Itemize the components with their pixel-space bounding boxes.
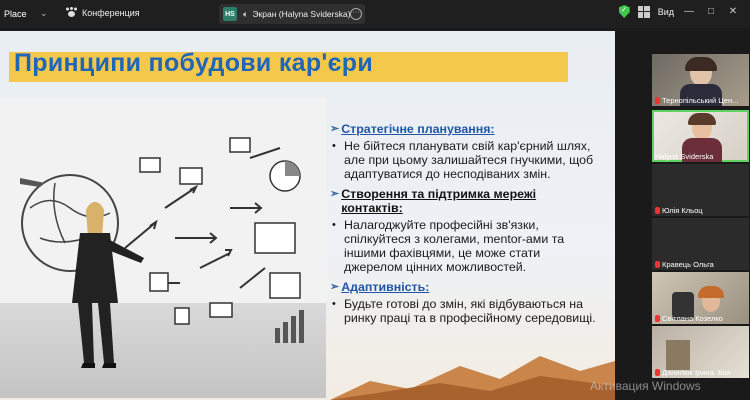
mic-muted-icon xyxy=(655,315,660,322)
maximize-button[interactable]: □ xyxy=(704,6,718,17)
participant-name: Тернопільський Цен... xyxy=(655,96,738,105)
bullet-icon: • xyxy=(332,140,336,152)
slide-title: Принципи побудови кар'єри xyxy=(14,49,374,77)
section-heading: ➢ Створення та підтримка мережі контакті… xyxy=(330,187,598,215)
bullet-text: Налагоджуйте професійні зв'язки, спілкуй… xyxy=(344,218,565,274)
conference-menu[interactable]: Конференция xyxy=(66,7,140,18)
career-illustration xyxy=(0,98,326,398)
paw-icon xyxy=(66,7,77,18)
windows-activation-watermark: Активация Windows xyxy=(590,379,701,393)
zoom-top-bar: Place ⌄ Конференция HS 🔈︎ Экран (Halyna … xyxy=(0,0,750,28)
participant-tile[interactable]: Тернопільський Цен... xyxy=(652,54,749,106)
slide-body: ➢ Стратегічне планування: • Не бійтеся п… xyxy=(330,122,598,331)
participant-name: Світлана Козелко xyxy=(655,314,723,323)
arrow-bullet-icon: ➢ xyxy=(330,281,340,293)
section-heading: ➢ Адаптивність: xyxy=(330,280,598,294)
screen-share-indicator[interactable]: HS 🔈︎ Экран (Halyna Sviderska) ··· xyxy=(219,4,365,24)
window-controls: Вид — □ ✕ xyxy=(618,5,740,18)
bullet-text: Не бійтеся планувати свій кар'єрний шлях… xyxy=(344,139,594,181)
illustration-svg xyxy=(20,137,304,368)
participant-tile[interactable]: Данилюк Ірина. Бііл xyxy=(652,326,749,378)
mic-muted-icon xyxy=(655,207,660,214)
participant-name: Данилюк Ірина. Бііл xyxy=(655,368,731,377)
avatar: HS xyxy=(223,7,237,21)
close-button[interactable]: ✕ xyxy=(726,6,740,17)
heading-strategic-planning: Стратегічне планування: xyxy=(341,122,495,136)
conference-label: Конференция xyxy=(82,7,140,18)
minimize-button[interactable]: — xyxy=(682,6,696,17)
section-heading: ➢ Стратегічне планування: xyxy=(330,122,598,136)
shield-icon[interactable] xyxy=(618,5,630,18)
heading-networking: Створення та підтримка мережі контактів: xyxy=(341,187,537,215)
arrow-bullet-icon: ➢ xyxy=(330,188,340,200)
more-options-button[interactable]: ··· xyxy=(350,8,362,20)
arrow-bullet-icon: ➢ xyxy=(330,123,340,135)
mic-muted-icon xyxy=(655,369,660,376)
share-label: Экран (Halyna Sviderska) xyxy=(252,9,351,19)
list-item: • Налагоджуйте професійні зв'язки, спілк… xyxy=(332,218,598,274)
chevron-down-icon[interactable]: ⌄ xyxy=(40,8,48,19)
speaker-icon: 🔈︎ xyxy=(243,8,249,19)
bullet-text: Будьте готові до змін, які відбуваються … xyxy=(344,297,596,325)
mountains-decoration xyxy=(330,356,615,400)
list-item: • Не бійтеся планувати свій кар'єрний шл… xyxy=(332,139,598,181)
app-label[interactable]: Place xyxy=(4,9,27,19)
list-item: • Будьте готові до змін, які відбуваютьс… xyxy=(332,297,598,325)
participant-name: Кравець Ольга xyxy=(655,260,714,269)
bullet-icon: • xyxy=(332,298,336,310)
participant-tile[interactable]: Кравець Ольга xyxy=(652,218,749,270)
participant-name: Юлія Кльоц xyxy=(655,206,703,215)
bullet-icon: • xyxy=(332,219,336,231)
mic-muted-icon xyxy=(655,97,660,104)
heading-adaptability: Адаптивність: xyxy=(341,280,430,294)
participant-tile[interactable]: Юлія Кльоц xyxy=(652,164,749,216)
mic-muted-icon xyxy=(655,261,660,268)
participant-name: Halyna Sviderska xyxy=(655,152,714,161)
grid-view-icon[interactable] xyxy=(637,5,650,18)
participant-tile[interactable]: Halyna Sviderska xyxy=(652,110,749,162)
shared-slide: Принципи побудови кар'єри ➢ Стратегічне … xyxy=(0,31,615,400)
participant-tile[interactable]: Світлана Козелко xyxy=(652,272,749,324)
view-button[interactable]: Вид xyxy=(658,7,674,17)
